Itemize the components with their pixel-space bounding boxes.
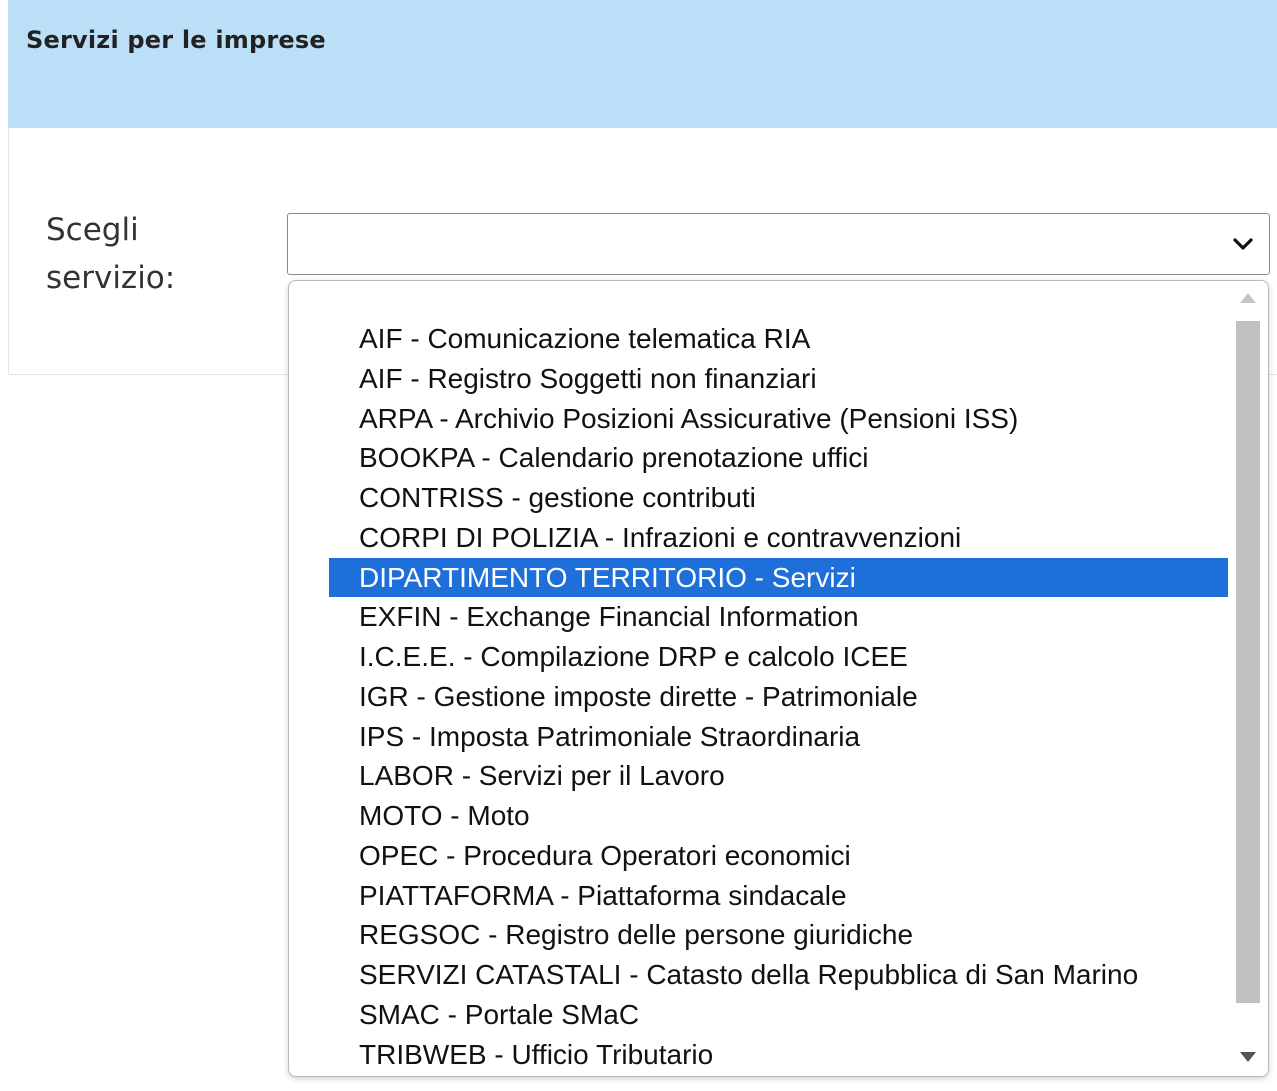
page-title: Servizi per le imprese	[26, 26, 326, 54]
dropdown-scrollbar[interactable]	[1228, 281, 1268, 1076]
dropdown-option[interactable]: AIF - Registro Soggetti non finanziari	[329, 359, 1268, 399]
service-select-label: Scegli servizio:	[46, 212, 176, 296]
scroll-down-arrow-icon[interactable]	[1240, 1052, 1256, 1062]
panel-header: Servizi per le imprese	[8, 0, 1277, 128]
dropdown-option[interactable]: TRIBWEB - Ufficio Tributario	[329, 1035, 1268, 1075]
service-dropdown-list[interactable]: AIF - Comunicazione telematica RIA AIF - …	[288, 280, 1269, 1077]
dropdown-option[interactable]: EXFIN - Exchange Financial Information	[329, 597, 1268, 637]
dropdown-option[interactable]: CONTRISS - gestione contributi	[329, 478, 1268, 518]
dropdown-option[interactable]: MOTO - Moto	[329, 796, 1268, 836]
dropdown-option[interactable]: SMAC - Portale SMaC	[329, 995, 1268, 1035]
service-select[interactable]	[287, 213, 1270, 275]
dropdown-option[interactable]: AIF - Comunicazione telematica RIA	[329, 319, 1268, 359]
dropdown-options: AIF - Comunicazione telematica RIA AIF - …	[289, 281, 1268, 1075]
dropdown-option[interactable]: REGSOC - Registro delle persone giuridic…	[329, 915, 1268, 955]
dropdown-option[interactable]: IPS - Imposta Patrimoniale Straordinaria	[329, 717, 1268, 757]
dropdown-option[interactable]: PIATTAFORMA - Piattaforma sindacale	[329, 876, 1268, 916]
scrollbar-thumb[interactable]	[1236, 321, 1260, 1003]
dropdown-option[interactable]: ARPA - Archivio Posizioni Assicurative (…	[329, 399, 1268, 439]
dropdown-option[interactable]: OPEC - Procedura Operatori economici	[329, 836, 1268, 876]
dropdown-option[interactable]: BOOKPA - Calendario prenotazione uffici	[329, 438, 1268, 478]
dropdown-option[interactable]: I.C.E.E. - Compilazione DRP e calcolo IC…	[329, 637, 1268, 677]
dropdown-option[interactable]: IGR - Gestione imposte dirette - Patrimo…	[329, 677, 1268, 717]
dropdown-option[interactable]: DIPARTIMENTO TERRITORIO - Servizi	[329, 557, 1268, 598]
chevron-down-icon	[1233, 238, 1253, 250]
dropdown-option[interactable]: LABOR - Servizi per il Lavoro	[329, 756, 1268, 796]
dropdown-option[interactable]: CORPI DI POLIZIA - Infrazioni e contravv…	[329, 518, 1268, 558]
scroll-up-arrow-icon[interactable]	[1240, 293, 1256, 303]
dropdown-option[interactable]: SERVIZI CATASTALI - Catasto della Repubb…	[329, 955, 1268, 995]
